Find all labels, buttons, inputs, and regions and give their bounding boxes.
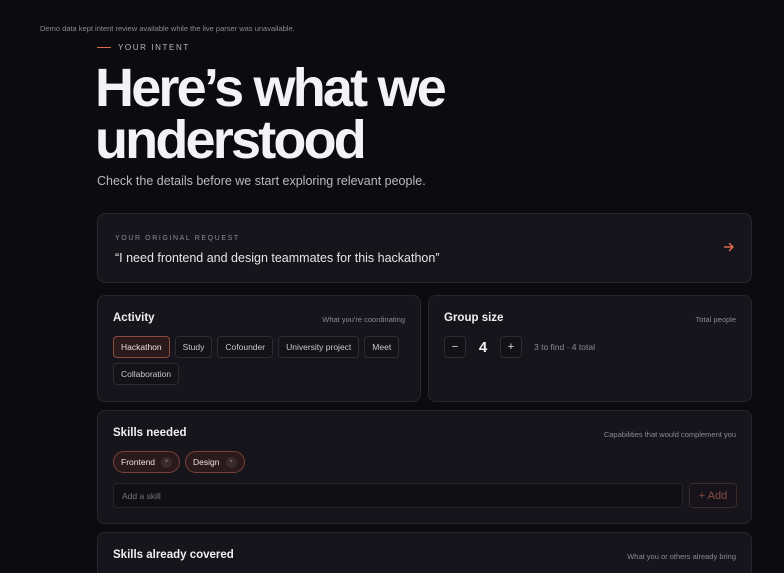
intent-eyebrow: YOUR INTENT [97, 43, 190, 52]
group-size-title: Group size [444, 312, 504, 324]
page-title: Here’s what we understood [95, 58, 515, 170]
page-title-line-2: understood [95, 110, 367, 170]
activity-options: Hackathon Study Cofounder University pro… [113, 336, 405, 385]
original-request-text: “I need frontend and design teammates fo… [115, 251, 440, 265]
activity-option-meet[interactable]: Meet [364, 336, 400, 358]
group-size-value: 4 [478, 338, 488, 356]
skill-chip-label: Design [193, 457, 220, 467]
activity-option-cofounder[interactable]: Cofounder [217, 336, 274, 358]
group-size-info: 3 to find · 4 total [534, 342, 595, 352]
remove-skill-icon[interactable]: × [161, 456, 173, 468]
skill-chip-frontend[interactable]: Frontend × [113, 451, 181, 473]
page-title-line-1: Here’s what we [95, 58, 447, 118]
skill-chip-design[interactable]: Design × [185, 451, 245, 473]
activity-card: Activity What you're coordinating Hackat… [97, 295, 421, 402]
eyebrow-label: YOUR INTENT [118, 43, 190, 52]
original-request-label: YOUR ORIGINAL REQUEST [115, 235, 240, 242]
skills-covered-card: Skills already covered What you or other… [97, 532, 752, 573]
remove-skill-icon[interactable]: × [225, 456, 237, 468]
skills-needed-hint: Capabilities that would complement you [603, 430, 736, 439]
skills-needed-title: Skills needed [113, 427, 187, 439]
activity-option-university-project[interactable]: University project [278, 336, 360, 358]
activity-option-study[interactable]: Study [174, 336, 213, 358]
decrement-button[interactable]: − [444, 336, 466, 358]
page-subtitle: Check the details before we start explor… [97, 174, 426, 188]
activity-title: Activity [113, 312, 155, 324]
original-request-card[interactable]: YOUR ORIGINAL REQUEST “I need frontend a… [97, 213, 752, 283]
arrow-right-icon[interactable] [723, 241, 735, 253]
increment-button[interactable]: + [500, 336, 522, 358]
activity-option-collaboration[interactable]: Collaboration [113, 363, 180, 385]
accent-dash [97, 46, 111, 49]
skills-covered-hint: What you or others already bring [627, 552, 736, 561]
demo-notice: Demo data kept intent review available w… [40, 24, 295, 33]
skill-chip-label: Frontend [121, 457, 156, 467]
skills-covered-title: Skills already covered [113, 549, 234, 561]
skills-needed-list: Frontend × Design × [113, 451, 736, 473]
group-size-card: Group size Total people − 4 + 3 to find … [428, 295, 752, 402]
skills-needed-card: Skills needed Capabilities that would co… [97, 410, 752, 524]
activity-hint: What you're coordinating [322, 315, 405, 324]
group-size-stepper: − 4 + 3 to find · 4 total [444, 336, 595, 358]
add-skill-button[interactable]: + Add [689, 483, 737, 508]
add-skill-input[interactable] [113, 483, 683, 508]
group-size-hint: Total people [695, 315, 736, 324]
activity-option-hackathon[interactable]: Hackathon [113, 336, 170, 358]
